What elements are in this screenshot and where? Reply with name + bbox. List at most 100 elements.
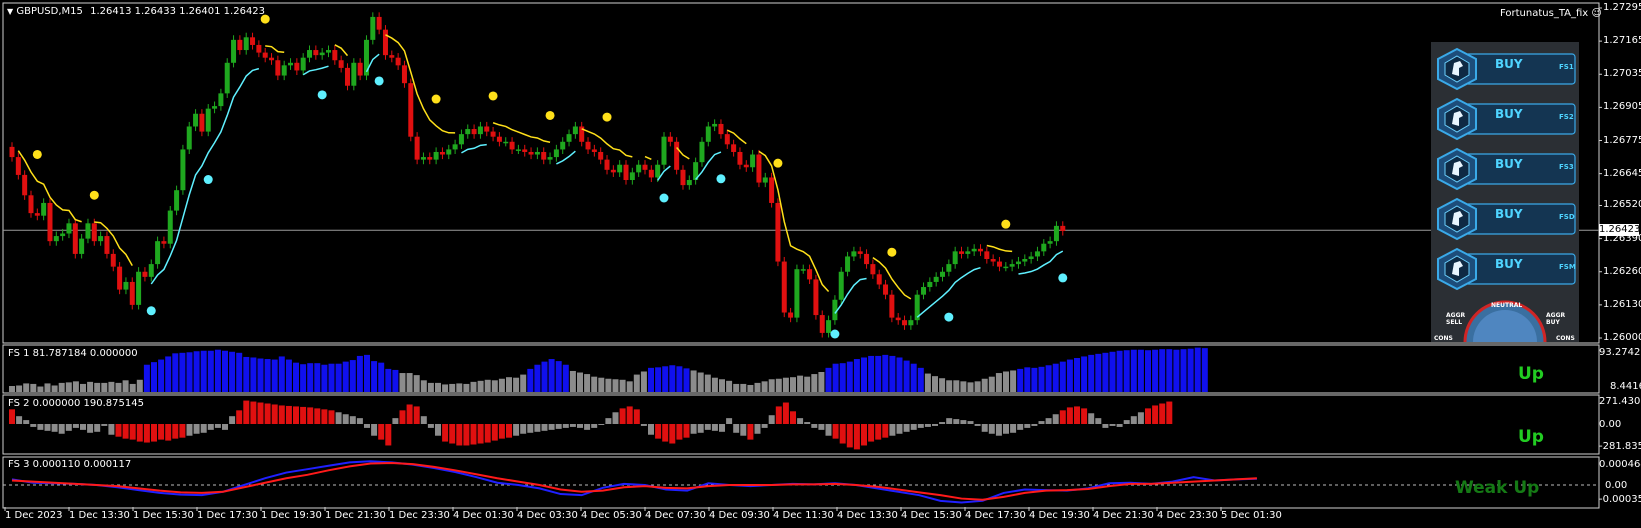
fs2-bar — [250, 401, 257, 424]
fs2-bar — [44, 424, 51, 431]
fs1-bar — [740, 383, 747, 392]
candle-body — [826, 320, 832, 333]
fs1-bar — [115, 382, 122, 392]
candle-body — [857, 251, 863, 254]
time-tick-label: 1 Dec 17:30 — [197, 510, 258, 521]
fs1-bar — [271, 359, 278, 392]
candle-body — [243, 37, 249, 51]
fs2-bar — [555, 424, 562, 429]
fs1-bar — [250, 357, 257, 392]
candle-body — [300, 57, 306, 71]
fs-buy-button-fs1[interactable]: BUY FS1 — [1435, 46, 1577, 92]
fs1-bar — [690, 370, 697, 392]
fs2-bar — [16, 416, 23, 424]
sentiment-gauge: NEUTRAL AGGR SELL AGGR BUY CONS CONS — [1431, 300, 1579, 342]
cyan-signal-dot — [944, 312, 954, 322]
cyan-signal-dot — [716, 174, 726, 184]
candle-body — [91, 223, 97, 242]
time-tick-label: 1 Dec 23:30 — [389, 510, 450, 521]
candle-body — [933, 276, 939, 282]
fs2-bar — [775, 406, 782, 424]
fs2-bar — [960, 420, 967, 424]
candle-body — [275, 60, 281, 76]
candle-body — [629, 172, 635, 181]
fs1-bar — [960, 381, 967, 392]
candle-body — [959, 251, 964, 254]
fs2-bar — [385, 424, 392, 446]
fs2-bar — [740, 424, 747, 436]
expert-advisor-label[interactable]: Fortunatus_TA_fix ☺ — [1500, 8, 1602, 20]
fs2-bar — [491, 424, 498, 441]
candle-body — [845, 256, 851, 272]
fs-tag-label: FSM — [1559, 263, 1576, 271]
fs1-bar — [151, 362, 157, 392]
candle-body — [313, 50, 319, 56]
candle-body — [129, 281, 135, 305]
fs1-bar — [1116, 350, 1123, 392]
fs2-bar — [562, 424, 569, 428]
fs-tag-label: FS3 — [1559, 163, 1574, 171]
fs1-bar — [229, 351, 236, 392]
cyan-trend-line — [461, 143, 487, 154]
fs2-bar — [1031, 424, 1038, 426]
fs2-bar — [214, 424, 221, 428]
candle-body — [724, 134, 730, 145]
candle-body — [547, 157, 553, 160]
fs1-bar — [917, 367, 924, 392]
price-tick-label: 1.26000 — [1603, 332, 1641, 343]
candle-body — [433, 151, 439, 160]
fs1-bar — [868, 355, 875, 392]
fs1-bar — [399, 373, 406, 392]
buy-label: BUY — [1495, 107, 1523, 121]
candle-body — [762, 177, 768, 183]
fs1-bar — [285, 359, 292, 392]
yellow-signal-dot — [545, 110, 555, 120]
fs1-bar — [775, 378, 782, 392]
yellow-signal-dot — [431, 94, 441, 104]
fs1-bar — [946, 380, 953, 392]
candle-body — [281, 65, 287, 76]
fs1-bar — [222, 350, 228, 392]
fs1-bar — [726, 380, 733, 392]
candle-body — [174, 190, 180, 211]
fs2-bar — [640, 424, 647, 426]
candle-body — [560, 141, 566, 150]
fs2-bar — [747, 424, 754, 440]
fs2-bar — [704, 424, 711, 430]
fs-buy-button-fs3[interactable]: BUY FS3 — [1435, 146, 1577, 192]
fs1-bar — [30, 383, 37, 392]
candle-body — [876, 274, 882, 285]
candle-body — [262, 52, 268, 58]
candle-body — [484, 126, 490, 132]
fs-buy-button-fsd[interactable]: BUY FSD — [1435, 196, 1577, 242]
fs2-bar — [200, 424, 207, 433]
candle-body — [180, 149, 186, 191]
candle-body — [288, 62, 294, 66]
chart-canvas[interactable] — [0, 0, 1641, 528]
fs1-bar — [257, 358, 264, 392]
fs2-bar — [58, 424, 65, 434]
fs1-bar — [491, 380, 498, 392]
candle-body — [98, 236, 104, 242]
dropdown-triangle-icon[interactable]: ▼ — [7, 7, 13, 16]
fs2-bar — [72, 424, 79, 428]
fs-buy-button-fs2[interactable]: BUY FS2 — [1435, 96, 1577, 142]
fs-buy-button-fsm[interactable]: BUY FSM — [1435, 246, 1577, 292]
fs1-bar — [811, 374, 818, 392]
candle-body — [648, 169, 654, 178]
fs1-bar — [1180, 349, 1187, 392]
fs2-bar — [172, 424, 179, 439]
candle-body — [15, 157, 21, 175]
fs1-bar — [1074, 357, 1080, 392]
fs1-bar — [214, 349, 221, 392]
fs2-bar — [165, 424, 172, 441]
candle-body — [686, 180, 692, 186]
fs2-bar — [37, 424, 44, 430]
symbol-label: GBPUSD,M15 — [16, 6, 83, 17]
yellow-signal-dot — [773, 158, 783, 168]
symbol-header[interactable]: ▼ GBPUSD,M15 1.26413 1.26433 1.26401 1.2… — [7, 6, 265, 18]
candle-body — [294, 62, 300, 71]
fs1-bar — [541, 361, 548, 392]
panel-frame-0 — [2, 2, 1600, 344]
fs1-bar — [80, 383, 86, 392]
